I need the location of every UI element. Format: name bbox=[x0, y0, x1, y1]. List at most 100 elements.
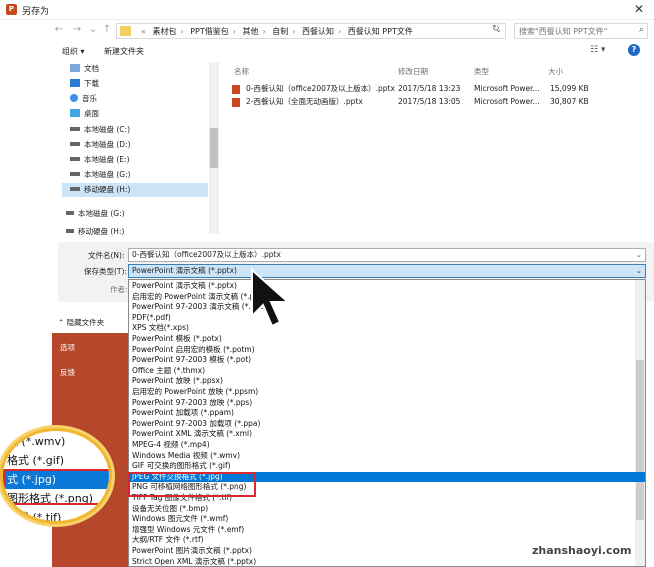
title-bar: P 另存为 ✕ bbox=[0, 0, 654, 20]
dropdown-option[interactable]: Office 主题 (*.thmx) bbox=[129, 366, 645, 377]
drive-icon bbox=[66, 229, 74, 233]
dropdown-option[interactable]: XPS 文档(*.xps) bbox=[129, 323, 645, 334]
highlight-box bbox=[128, 472, 256, 497]
nav-item-drive-h[interactable]: 移动硬盘 (H:) bbox=[62, 183, 208, 197]
nav-item-drive-h-lower[interactable]: 移动硬盘 (H:) bbox=[66, 226, 124, 237]
window-title: 另存为 bbox=[22, 7, 50, 17]
nav-item-music[interactable]: 音乐 bbox=[70, 92, 97, 106]
magnifier-zoom: 格式 (*.tif) 图形格式 (*.png) 式 (*.jpg) 格式 (*.gif… bbox=[0, 428, 112, 524]
search-box[interactable]: ⌕ bbox=[514, 23, 648, 39]
column-header-name[interactable]: 名称 bbox=[234, 66, 249, 77]
up-arrow-icon[interactable]: ↑ bbox=[100, 23, 114, 37]
dropdown-option[interactable]: PowerPoint 97-2003 演示文稿 (*.ppt) bbox=[129, 302, 645, 313]
file-list: 名称 修改日期 类型 大小 0-西餐认知（office2007及以上版本）.pp… bbox=[226, 60, 654, 238]
nav-item-drive-g-lower[interactable]: 本地磁盘 (G:) bbox=[66, 208, 125, 219]
dropdown-option[interactable]: 设备无关位图 (*.bmp) bbox=[129, 504, 645, 515]
organize-button[interactable]: 组织 ▾ bbox=[62, 46, 85, 57]
dropdown-option[interactable]: PowerPoint 模板 (*.potx) bbox=[129, 334, 645, 345]
nav-item-downloads[interactable]: 下载 bbox=[70, 77, 99, 91]
breadcrumb-item[interactable]: 西餐认知 bbox=[302, 27, 334, 36]
magnifier-line: 频 (*.wmv) bbox=[7, 435, 66, 448]
file-row[interactable]: 0-西餐认知（office2007及以上版本）.pptx 2017/5/18 1… bbox=[226, 82, 654, 96]
document-icon bbox=[70, 64, 80, 72]
powerpoint-icon: P bbox=[6, 4, 17, 15]
desktop-icon bbox=[70, 109, 80, 117]
author-label: 作者: bbox=[110, 285, 128, 294]
new-folder-button[interactable]: 新建文件夹 bbox=[104, 46, 144, 57]
file-row[interactable]: 2-西餐认知（全面无动画版）.pptx 2017/5/18 13:05 Micr… bbox=[226, 95, 654, 109]
dropdown-option[interactable]: Strict Open XML 演示文稿 (*.pptx) bbox=[129, 557, 645, 566]
dropdown-option[interactable]: 启用宏的 PowerPoint 放映 (*.ppsm) bbox=[129, 387, 645, 398]
dropdown-option[interactable]: PowerPoint 放映 (*.ppsx) bbox=[129, 376, 645, 387]
view-options-icon[interactable]: ☷ ▾ bbox=[590, 45, 605, 55]
nav-item-desktop[interactable]: 桌面 bbox=[70, 107, 99, 121]
dropdown-option[interactable]: 增强型 Windows 元文件 (*.emf) bbox=[129, 525, 645, 536]
music-icon bbox=[70, 94, 78, 102]
column-header-type[interactable]: 类型 bbox=[474, 66, 489, 77]
dropdown-option[interactable]: PDF(*.pdf) bbox=[129, 313, 645, 324]
lower-navigation: 本地磁盘 (G:) 移动硬盘 (H:) bbox=[58, 200, 210, 242]
breadcrumb-item[interactable]: 其他 bbox=[243, 27, 259, 36]
dropdown-option[interactable]: PowerPoint 97-2003 模板 (*.pot) bbox=[129, 355, 645, 366]
chevron-down-icon[interactable]: ⌄ bbox=[86, 23, 100, 37]
toolbar: 组织 ▾ 新建文件夹 ☷ ▾ bbox=[0, 42, 654, 60]
chevron-up-icon: ⌃ bbox=[58, 318, 67, 327]
drive-icon bbox=[70, 157, 80, 161]
nav-item-drive-c[interactable]: 本地磁盘 (C:) bbox=[70, 123, 130, 137]
dropdown-option[interactable]: PowerPoint XML 演示文稿 (*.xml) bbox=[129, 429, 645, 440]
dropdown-option[interactable]: Windows Media 视频 (*.wmv) bbox=[129, 451, 645, 462]
chevron-down-icon[interactable]: ⌄ bbox=[636, 249, 642, 261]
nav-scrollbar[interactable] bbox=[209, 62, 219, 234]
save-type-select[interactable]: PowerPoint 演示文稿 (*.pptx) ⌄ bbox=[128, 264, 646, 278]
hide-folders-toggle[interactable]: ⌃ 隐藏文件夹 bbox=[58, 317, 130, 331]
options-item[interactable]: 选项 bbox=[60, 342, 75, 353]
watermark: zhanshaoyi.com bbox=[532, 544, 632, 557]
address-field[interactable]: « 素材包 › PPT借鉴包 › 其他 › 自制 › 西餐认知 › 西餐认知 PPT文件 … bbox=[116, 23, 506, 39]
drive-icon bbox=[70, 172, 80, 176]
filename-label: 文件名(N): bbox=[88, 251, 125, 260]
scroll-thumb[interactable] bbox=[210, 128, 218, 168]
magnifier-line: 格式 (*.gif) bbox=[7, 454, 64, 467]
magnifier-highlight-box bbox=[3, 469, 109, 505]
forward-arrow-icon[interactable]: → bbox=[70, 23, 84, 37]
dropdown-option[interactable]: PowerPoint 演示文稿 (*.pptx) bbox=[129, 281, 645, 292]
cursor-arrow-icon bbox=[251, 268, 291, 328]
breadcrumb-item[interactable]: PPT借鉴包 bbox=[190, 27, 229, 36]
filename-input[interactable]: 0-西餐认知（office2007及以上版本）.pptx ⌄ bbox=[128, 248, 646, 262]
dropdown-option[interactable]: PowerPoint 97-2003 放映 (*.pps) bbox=[129, 398, 645, 409]
nav-item-drive-g[interactable]: 本地磁盘 (G:) bbox=[70, 168, 131, 182]
nav-item-drive-e[interactable]: 本地磁盘 (E:) bbox=[70, 153, 130, 167]
search-input[interactable] bbox=[515, 24, 627, 38]
drive-icon bbox=[70, 127, 80, 131]
breadcrumb-item[interactable]: 素材包 bbox=[152, 27, 176, 36]
dropdown-option[interactable]: PowerPoint 97-2003 加载项 (*.ppa) bbox=[129, 419, 645, 430]
save-type-label: 保存类型(T): bbox=[84, 267, 127, 276]
dropdown-option[interactable]: GIF 可交换的图形格式 (*.gif) bbox=[129, 461, 645, 472]
dropdown-option[interactable]: PowerPoint 加载项 (*.ppam) bbox=[129, 408, 645, 419]
chevron-down-icon[interactable]: ⌄ bbox=[636, 265, 642, 277]
breadcrumb: « 素材包 › PPT借鉴包 › 其他 › 自制 › 西餐认知 › 西餐认知 PPT文件 bbox=[141, 27, 413, 36]
refresh-icon[interactable]: ↻ bbox=[492, 24, 500, 34]
search-icon[interactable]: ⌕ bbox=[639, 25, 644, 35]
drive-icon bbox=[70, 187, 80, 191]
dropdown-option[interactable]: 启用宏的 PowerPoint 演示文稿 (*.pptm) bbox=[129, 292, 645, 303]
drive-icon bbox=[70, 142, 80, 146]
nav-item-drive-d[interactable]: 本地磁盘 (D:) bbox=[70, 138, 131, 152]
nav-item-documents[interactable]: 文档 bbox=[70, 62, 99, 76]
close-icon[interactable]: ✕ bbox=[634, 2, 644, 16]
pptx-file-icon bbox=[232, 98, 240, 107]
back-arrow-icon[interactable]: ← bbox=[52, 23, 66, 37]
pptx-file-icon bbox=[232, 85, 240, 94]
feedback-item[interactable]: 反馈 bbox=[60, 367, 75, 378]
dropdown-option[interactable]: PowerPoint 启用宏的模板 (*.potm) bbox=[129, 345, 645, 356]
breadcrumb-item[interactable]: 西餐认知 PPT文件 bbox=[348, 27, 413, 36]
dropdown-option[interactable]: Windows 图元文件 (*.wmf) bbox=[129, 514, 645, 525]
dropdown-option[interactable]: MPEG-4 视频 (*.mp4) bbox=[129, 440, 645, 451]
drive-icon bbox=[66, 211, 74, 215]
breadcrumb-item[interactable]: 自制 bbox=[272, 27, 288, 36]
column-header-size[interactable]: 大小 bbox=[548, 66, 563, 77]
download-icon bbox=[70, 79, 80, 87]
help-icon[interactable]: ? bbox=[628, 44, 640, 56]
save-type-dropdown: PowerPoint 演示文稿 (*.pptx) 启用宏的 PowerPoint … bbox=[128, 279, 646, 567]
column-header-date[interactable]: 修改日期 bbox=[398, 66, 428, 77]
